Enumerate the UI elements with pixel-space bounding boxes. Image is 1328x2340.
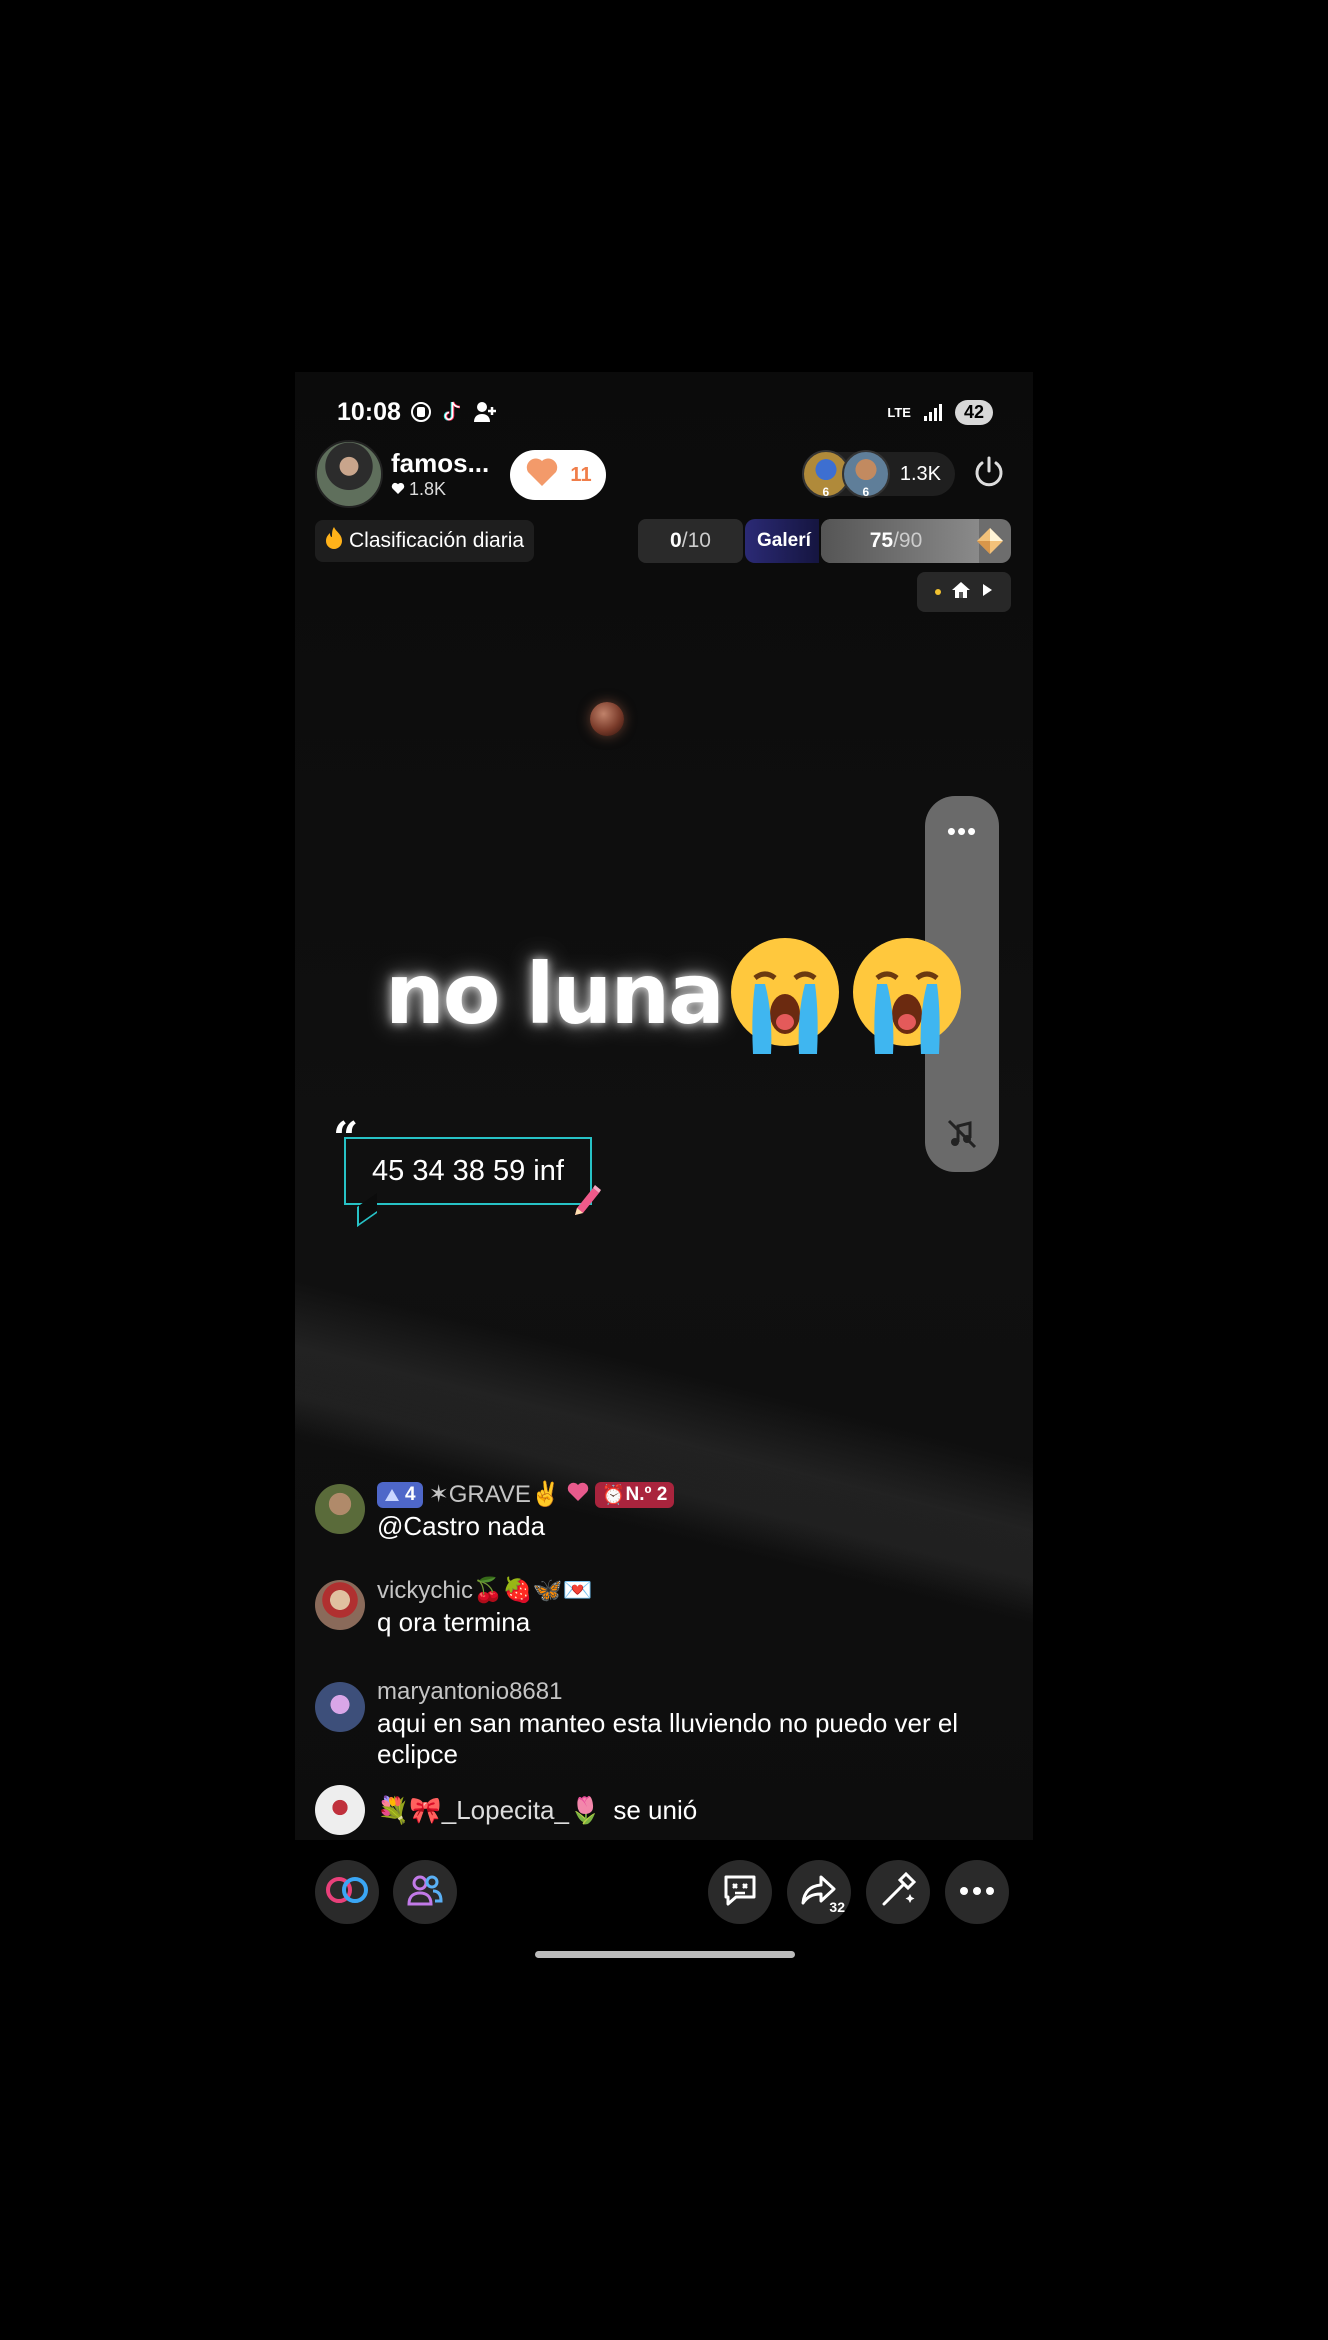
add-person-icon <box>473 400 497 424</box>
daily-ranking[interactable]: Clasificación diaria <box>315 520 535 562</box>
joined-username[interactable]: 💐🎀_Lopecita_🌷 <box>377 1795 601 1826</box>
joined-action: se unió <box>613 1794 698 1825</box>
crying-face-icon <box>730 938 839 1054</box>
live-dot <box>935 589 941 595</box>
chat-username[interactable]: ✶GRAVE✌ <box>429 1480 561 1509</box>
quote-sticker: 45 34 38 59 inf <box>344 1137 592 1205</box>
chat-username[interactable]: maryantonio8681 <box>377 1678 562 1706</box>
host-name: famos... <box>391 448 490 478</box>
rank-number: N.º 2 <box>625 1483 668 1505</box>
progress-text: 75/90 <box>821 519 971 563</box>
chat-message[interactable]: 4 ✶GRAVE✌ ⏰ N.º 2 @Castro nada <box>315 1480 1007 1542</box>
power-icon <box>971 454 1007 495</box>
moon-image <box>590 702 624 736</box>
live-stream-screen: 10:08 LTE 42 famos... 1.8K 11 6 6 1.3K C… <box>295 372 1033 1977</box>
mini-player-controls[interactable] <box>917 572 1011 612</box>
mute-music-icon[interactable] <box>925 1116 999 1152</box>
effects-button[interactable] <box>866 1860 930 1924</box>
viewer-avatar[interactable]: 6 <box>841 450 890 499</box>
chat-message[interactable]: maryantonio8681 aqui en san manteo esta … <box>315 1678 1007 1772</box>
play-icon[interactable] <box>981 583 993 602</box>
people-icon <box>407 1874 443 1911</box>
chat-text: aqui en san manteo esta lluviendo no pue… <box>377 1708 959 1769</box>
caption-text: no luna <box>385 945 725 1043</box>
goal-counter[interactable]: 0/10 <box>638 519 743 563</box>
level-badge: 4 <box>377 1481 423 1508</box>
chat-username[interactable]: vickychic🍒🍓🦋💌 <box>377 1576 593 1605</box>
stream-caption: no luna <box>385 932 967 1056</box>
chat-text: @Castro nada <box>377 1511 546 1541</box>
chat-text: q ora termina <box>377 1607 531 1637</box>
viewer-count: 1.3K <box>899 462 941 485</box>
signal-icon <box>921 400 945 424</box>
more-button[interactable] <box>945 1860 1009 1924</box>
status-bar: 10:08 LTE 42 <box>337 392 993 432</box>
share-button[interactable]: 32 <box>787 1860 851 1924</box>
chat-avatar[interactable] <box>315 1484 365 1534</box>
home-indicator[interactable] <box>535 1951 795 1958</box>
heart-icon <box>567 1481 589 1509</box>
level-number: 4 <box>405 1483 416 1505</box>
tiktok-icon <box>441 400 465 424</box>
more-icon <box>959 1883 995 1901</box>
more-icon[interactable]: ••• <box>925 816 999 847</box>
host-avatar[interactable] <box>315 440 383 508</box>
home-icon[interactable] <box>951 581 971 604</box>
rank-badge: ⏰ N.º 2 <box>594 1481 675 1508</box>
chat-avatar[interactable] <box>315 1682 365 1732</box>
link-icon <box>324 1875 370 1910</box>
diamond-icon <box>975 526 1005 556</box>
status-time: 10:08 <box>337 397 401 426</box>
recording-icon <box>409 400 433 424</box>
host-likes-count: 1.8K <box>409 479 447 499</box>
comment-icon <box>722 1873 758 1912</box>
ranking-label: Clasificación diaria <box>349 529 525 552</box>
heart-icon <box>391 479 405 500</box>
heart-icon <box>524 456 560 494</box>
crying-face-icon <box>852 938 961 1054</box>
fire-icon <box>325 526 343 556</box>
join-notification: 💐🎀_Lopecita_🌷 se unió <box>315 1785 697 1835</box>
chat-avatar[interactable] <box>315 1785 365 1835</box>
quote-text: 45 34 38 59 inf <box>372 1154 564 1187</box>
pencil-icon <box>575 1185 601 1215</box>
goal-total: /10 <box>681 529 711 552</box>
follow-count: 11 <box>570 463 592 486</box>
host-likes: 1.8K <box>391 479 489 500</box>
progress-total: /90 <box>893 529 923 552</box>
progress-current: 75 <box>869 529 894 552</box>
close-live-button[interactable] <box>967 452 1011 496</box>
guests-button[interactable] <box>393 1860 457 1924</box>
viewer-list[interactable]: 6 6 1.3K <box>801 450 955 499</box>
comment-button[interactable] <box>708 1860 772 1924</box>
share-count: 32 <box>829 1899 845 1915</box>
follow-button[interactable]: 11 <box>510 450 606 500</box>
magic-wand-icon <box>880 1871 917 1913</box>
chat-message[interactable]: vickychic🍒🍓🦋💌 q ora termina <box>315 1576 1007 1638</box>
gift-progress[interactable]: 75/90 <box>821 519 1011 563</box>
gallery-button[interactable]: Galerí <box>745 519 819 563</box>
battery-indicator: 42 <box>954 399 993 425</box>
multi-guest-button[interactable] <box>315 1860 379 1924</box>
goal-current: 0 <box>670 529 682 552</box>
network-label: LTE <box>887 404 911 420</box>
chat-avatar[interactable] <box>315 1580 365 1630</box>
